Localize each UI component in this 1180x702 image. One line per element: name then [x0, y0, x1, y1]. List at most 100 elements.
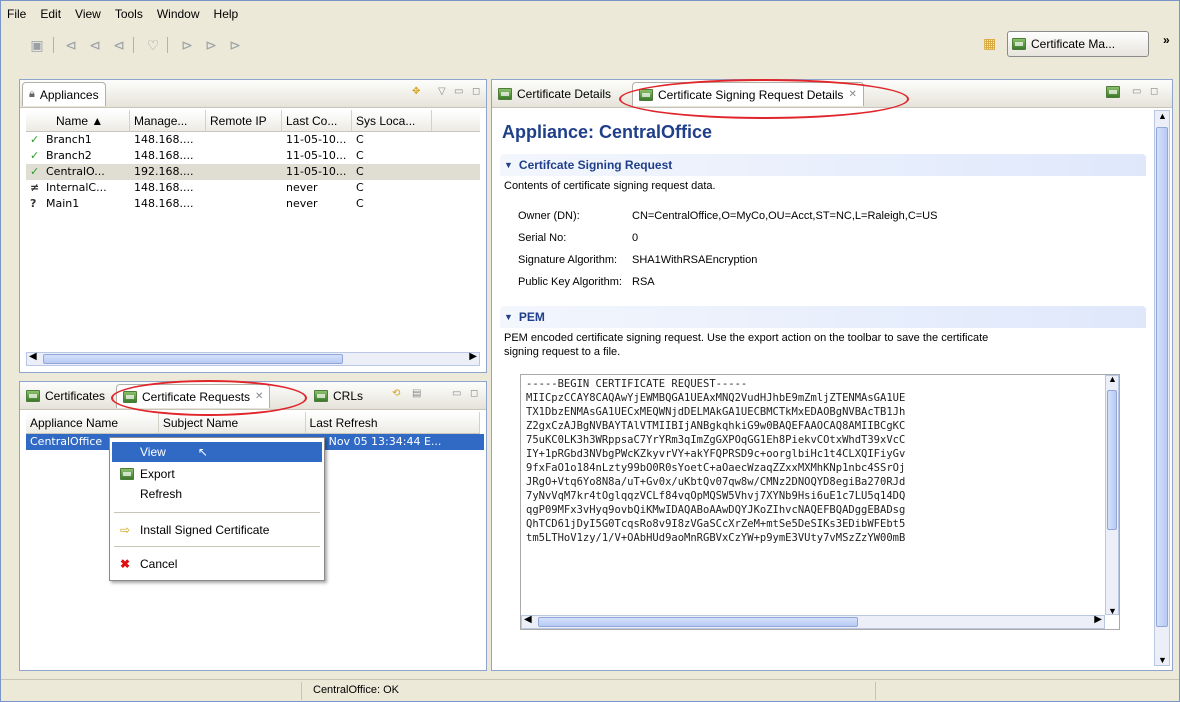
scroll-down-icon[interactable]: ▼: [1158, 655, 1167, 665]
minimize-icon[interactable]: ▭: [452, 388, 461, 399]
scroll-up-icon[interactable]: ▲: [1158, 111, 1167, 121]
csr-section-header[interactable]: ▼ Certifcate Signing Request: [500, 154, 1146, 176]
column-header-management[interactable]: Manage...: [130, 110, 206, 131]
column-header-sys-location[interactable]: Sys Loca...: [352, 110, 432, 131]
scroll-right-icon[interactable]: ▶: [469, 351, 477, 362]
menu-window[interactable]: Window: [155, 7, 202, 27]
menu-view[interactable]: View: [73, 7, 103, 27]
minimize-icon[interactable]: ▭: [1132, 86, 1141, 97]
table-cell: 11-05-10...: [286, 133, 347, 146]
field-serial-value: 0: [632, 232, 639, 244]
menu-item-refresh[interactable]: Refresh: [112, 484, 322, 504]
pem-textarea[interactable]: -----BEGIN CERTIFICATE REQUEST----- MIIC…: [520, 374, 1120, 630]
field-owner-value: CN=CentralOffice,O=MyCo,OU=Acct,ST=NC,L=…: [632, 210, 938, 222]
table-row[interactable]: ✓ CentralO... 192.168.... 11-05-10... C: [26, 164, 480, 180]
table-cell: [206, 196, 282, 212]
export-icon: [120, 468, 134, 480]
table-cell: 11-05-10...: [286, 165, 347, 178]
collapse-icon[interactable]: ▼: [504, 160, 513, 170]
certificate-icon: [498, 88, 512, 100]
table-row[interactable]: ≠ InternalC... 148.168.... never C: [26, 180, 480, 196]
column-header-name[interactable]: Name ▲: [26, 110, 130, 131]
scroll-down-icon[interactable]: ▼: [1108, 606, 1117, 616]
menu-item-cancel[interactable]: ✖ Cancel: [112, 554, 322, 574]
perspective-button[interactable]: Certificate Ma...: [1007, 31, 1149, 57]
field-public-key-algorithm: Public Key Algorithm: RSA: [518, 276, 655, 288]
field-signature-label: Signature Algorithm:: [518, 254, 618, 266]
table-header: Appliance Name Subject Name Last Refresh: [26, 412, 480, 434]
menu-tools[interactable]: Tools: [113, 7, 145, 27]
forward-icon[interactable]: ⊳: [177, 35, 197, 55]
details-vscroll[interactable]: ▲ ▼: [1154, 110, 1170, 666]
pem-description-line2: signing request to a file.: [504, 346, 621, 358]
table-row[interactable]: ✓ Branch2 148.168.... 11-05-10... C: [26, 148, 480, 164]
scroll-thumb[interactable]: [43, 354, 343, 364]
scroll-left-icon[interactable]: ◀: [524, 614, 532, 625]
maximize-icon[interactable]: ◻: [470, 388, 478, 399]
column-header-appliance-name[interactable]: Appliance Name: [26, 412, 159, 433]
import-icon[interactable]: ▤: [412, 388, 421, 399]
menu-separator: [114, 546, 320, 547]
scroll-thumb[interactable]: [1156, 127, 1168, 627]
disconnect-icon[interactable]: ⊲: [109, 35, 129, 55]
column-header-last-refresh[interactable]: Last Refresh: [306, 412, 480, 433]
menu-item-refresh-label: Refresh: [140, 487, 183, 501]
scroll-thumb[interactable]: [538, 617, 858, 627]
certificate-request-icon: [123, 390, 137, 403]
menu-bar: File Edit View Tools Window Help: [5, 7, 240, 27]
pem-vscroll[interactable]: ▲ ▼: [1105, 375, 1119, 616]
tab-crls[interactable]: CRLs: [308, 384, 369, 408]
pem-section-header[interactable]: ▼ PEM: [500, 306, 1146, 328]
forward-all-icon[interactable]: ⊳: [201, 35, 221, 55]
scroll-right-icon[interactable]: ▶: [1094, 614, 1102, 625]
export-icon[interactable]: [1106, 86, 1120, 98]
scroll-thumb[interactable]: [1107, 390, 1117, 530]
collapse-icon[interactable]: ▼: [504, 312, 513, 322]
column-header-remote-ip[interactable]: Remote IP: [206, 110, 282, 131]
connect-all-icon[interactable]: ⊲: [85, 35, 105, 55]
maximize-icon[interactable]: ◻: [472, 86, 480, 97]
tab-certificates[interactable]: Certificates: [20, 384, 111, 408]
menu-file[interactable]: File: [5, 7, 28, 27]
table-cell: [206, 164, 282, 180]
table-row[interactable]: ? Main1 148.168.... never C: [26, 196, 480, 212]
mouse-cursor-icon: ↖: [197, 445, 208, 459]
main-toolbar: ▣ ⊲ ⊲ ⊲ ♡ ⊳ ⊳ ⊳ ▦ Certificate Ma... »: [5, 31, 1175, 67]
table-cell: ✓ CentralO...: [30, 165, 105, 178]
toolbar-overflow-icon[interactable]: »: [1163, 33, 1170, 47]
close-icon[interactable]: ✕: [848, 89, 856, 100]
view-menu-icon[interactable]: ▽: [438, 86, 446, 97]
table-cell: 148.168....: [134, 149, 194, 162]
appliances-hscroll[interactable]: ◀ ▶: [26, 351, 480, 366]
refresh-icon[interactable]: ⟲: [392, 388, 400, 399]
filter-icon[interactable]: ✥: [412, 86, 420, 97]
menu-item-install-signed-certificate[interactable]: ⇨ Install Signed Certificate: [112, 520, 322, 540]
connect-icon[interactable]: ⊲: [61, 35, 81, 55]
field-public-key-label: Public Key Algorithm:: [518, 276, 622, 288]
forward-next-icon[interactable]: ⊳: [225, 35, 245, 55]
menu-edit[interactable]: Edit: [38, 7, 63, 27]
column-header-subject-name[interactable]: Subject Name: [159, 412, 306, 433]
tab-csr-details[interactable]: Certificate Signing Request Details ✕: [632, 82, 864, 106]
minimize-icon[interactable]: ▭: [454, 86, 463, 97]
tab-certificate-details[interactable]: Certificate Details: [492, 82, 617, 106]
scroll-left-icon[interactable]: ◀: [29, 351, 37, 362]
table-cell: 148.168....: [134, 197, 194, 210]
field-owner-label: Owner (DN):: [518, 210, 580, 222]
menu-help[interactable]: Help: [212, 7, 241, 27]
scroll-up-icon[interactable]: ▲: [1108, 375, 1117, 384]
table-row[interactable]: ✓ Branch1 148.168.... 11-05-10... C: [26, 132, 480, 148]
save-icon[interactable]: ▣: [27, 35, 47, 55]
menu-item-install-label: Install Signed Certificate: [140, 523, 270, 537]
close-icon[interactable]: ✕: [255, 391, 263, 402]
open-perspective-icon[interactable]: ▦: [983, 35, 1001, 53]
maximize-icon[interactable]: ◻: [1150, 86, 1158, 97]
tab-certificate-requests[interactable]: Certificate Requests ✕: [116, 384, 271, 408]
shield-icon[interactable]: ♡: [143, 35, 163, 55]
tab-appliances[interactable]: 🔒︎ Appliances: [22, 82, 106, 106]
column-header-last-contact[interactable]: Last Co...: [282, 110, 352, 131]
menu-item-view[interactable]: View ↖: [112, 442, 322, 462]
menu-item-export[interactable]: Export: [112, 464, 322, 484]
perspective-label: Certificate Ma...: [1031, 37, 1116, 51]
pem-hscroll[interactable]: ◀ ▶: [521, 614, 1105, 629]
